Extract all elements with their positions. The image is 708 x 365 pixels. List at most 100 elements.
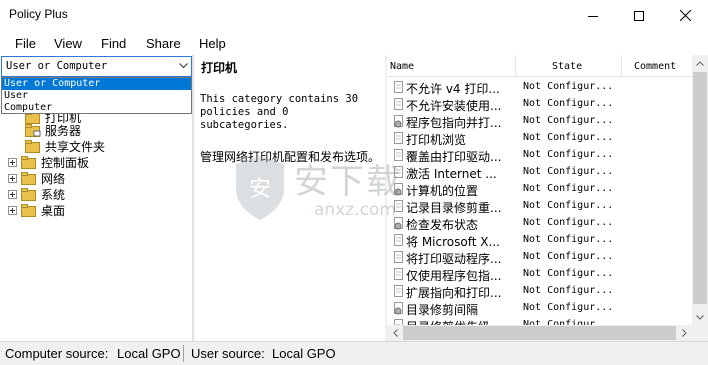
vertical-scrollbar[interactable] <box>692 55 708 341</box>
column-header-comment[interactable]: Comment <box>634 61 676 72</box>
dropdown-option-computer[interactable]: Computer <box>2 102 191 114</box>
tree-item-control-panel[interactable]: 控制面板 <box>8 154 89 170</box>
dropdown-option-user[interactable]: User <box>2 90 191 102</box>
table-row[interactable]: 扩展指向和打印... Not Configur... <box>387 283 692 300</box>
policy-document-icon <box>393 149 405 162</box>
policy-document-icon <box>393 234 405 247</box>
policy-document-icon <box>393 251 405 264</box>
maximize-button[interactable] <box>616 0 662 31</box>
column-divider[interactable] <box>621 55 622 77</box>
policy-state: Not Configur... <box>523 302 614 313</box>
policy-state: Not Configur... <box>523 183 614 194</box>
menu-bar: File View Find Share Help <box>0 31 708 55</box>
table-row[interactable]: 仅使用程序包指... Not Configur... <box>387 266 692 283</box>
table-row[interactable]: 检查发布状态 Not Configur... <box>387 215 692 232</box>
scroll-thumb[interactable] <box>693 72 707 304</box>
table-row[interactable]: 计算机的位置 Not Configur... <box>387 181 692 198</box>
policy-state: Not Configur... <box>523 132 614 143</box>
policy-state: Not Configur... <box>523 98 614 109</box>
close-icon <box>679 10 691 21</box>
scope-combobox[interactable]: User or Computer <box>1 56 192 77</box>
policy-name: 目录修剪间隔 <box>406 303 479 317</box>
minimize-button[interactable] <box>570 0 616 31</box>
tree-item-network[interactable]: 网络 <box>8 170 65 186</box>
policy-name: 仅使用程序包指... <box>406 269 502 283</box>
policy-gear-icon <box>393 183 405 196</box>
policy-state: Not Configur... <box>523 81 614 92</box>
category-info-panel: 打印机 This category contains 30 policies a… <box>195 55 385 341</box>
column-divider[interactable] <box>515 55 516 77</box>
policy-name: 程序包指向并打... <box>406 116 502 130</box>
table-row[interactable]: 目录修剪间隔 Not Configur... <box>387 300 692 317</box>
dropdown-option-user-or-computer[interactable]: User or Computer <box>2 78 191 90</box>
tree-item-servers[interactable]: 服务器 <box>25 122 81 138</box>
policy-name: 记录目录修剪重... <box>406 201 502 215</box>
policy-name: 打印机浏览 <box>406 133 467 147</box>
policy-state: Not Configur... <box>523 166 614 177</box>
expand-icon[interactable] <box>8 189 17 199</box>
policy-name: 覆盖由打印驱动... <box>406 150 502 164</box>
policy-state: Not Configur... <box>523 149 614 160</box>
computer-source-label: Computer source: <box>5 346 109 361</box>
category-summary: This category contains 30 policies and 0… <box>200 93 359 131</box>
table-row[interactable]: 将打印驱动程序... Not Configur... <box>387 249 692 266</box>
maximize-icon <box>634 10 644 21</box>
tree-item-label: 网络 <box>41 171 66 186</box>
policy-state: Not Configur... <box>523 217 614 228</box>
scope-combobox-value: User or Computer <box>6 60 108 72</box>
menu-view[interactable]: View <box>54 36 82 51</box>
computer-source-value: Local GPO <box>117 346 181 361</box>
window-title: Policy Plus <box>9 7 68 21</box>
table-row[interactable]: 不允许安装使用... Not Configur... <box>387 96 692 113</box>
tree-item-system[interactable]: 系统 <box>8 186 65 202</box>
tree-item-label: 共享文件夹 <box>45 139 106 154</box>
scope-dropdown-list: User or Computer User Computer <box>1 77 192 114</box>
policy-name: 检查发布状态 <box>406 218 479 232</box>
scroll-up-arrow-icon[interactable] <box>692 55 708 71</box>
menu-share[interactable]: Share <box>146 36 181 51</box>
chevron-down-icon <box>179 63 188 69</box>
policy-document-icon <box>393 268 405 281</box>
folder-icon <box>25 123 41 137</box>
left-panel: User or Computer User or Computer User C… <box>0 55 193 341</box>
horizontal-scrollbar[interactable] <box>387 325 692 341</box>
table-row[interactable]: 记录目录修剪重... Not Configur... <box>387 198 692 215</box>
policy-document-icon <box>393 166 405 179</box>
category-title: 打印机 <box>201 61 238 75</box>
menu-find[interactable]: Find <box>101 36 126 51</box>
policy-name: 不允许 v4 打印... <box>406 82 500 96</box>
policy-state: Not Configur... <box>523 268 614 279</box>
scroll-left-arrow-icon[interactable] <box>387 325 403 341</box>
category-description: 管理网络打印机配置和发布选项。 <box>200 150 381 164</box>
expand-icon[interactable] <box>8 173 17 183</box>
scroll-thumb[interactable] <box>403 326 676 340</box>
policy-gear-icon <box>393 115 405 128</box>
policy-name: 激活 Internet ... <box>406 167 497 181</box>
table-row[interactable]: 程序包指向并打... Not Configur... <box>387 113 692 130</box>
folder-icon <box>25 139 41 153</box>
close-button[interactable] <box>662 0 708 31</box>
column-header-name[interactable]: Name <box>390 61 414 72</box>
table-row[interactable]: 覆盖由打印驱动... Not Configur... <box>387 147 692 164</box>
folder-icon <box>21 203 37 217</box>
policy-name: 计算机的位置 <box>406 184 479 198</box>
scroll-down-arrow-icon[interactable] <box>692 309 708 325</box>
tree-item-desktop[interactable]: 桌面 <box>8 202 65 218</box>
expand-icon[interactable] <box>8 205 17 215</box>
tree-item-label: 服务器 <box>45 123 82 138</box>
tree-item-shared-folders[interactable]: 共享文件夹 <box>25 138 105 154</box>
table-row[interactable]: 将 Microsoft X... Not Configur... <box>387 232 692 249</box>
expand-icon[interactable] <box>8 157 17 167</box>
table-row[interactable]: 打印机浏览 Not Configur... <box>387 130 692 147</box>
menu-file[interactable]: File <box>15 36 36 51</box>
user-source-value: Local GPO <box>272 346 336 361</box>
scroll-right-arrow-icon[interactable] <box>676 325 692 341</box>
table-row[interactable]: 不允许 v4 打印... Not Configur... <box>387 79 692 96</box>
policy-state: Not Configur... <box>523 234 614 245</box>
column-header-state[interactable]: State <box>552 61 582 72</box>
policy-state: Not Configur... <box>523 251 614 262</box>
status-divider <box>183 345 184 362</box>
folder-icon <box>21 155 37 169</box>
menu-help[interactable]: Help <box>199 36 226 51</box>
table-row[interactable]: 激活 Internet ... Not Configur... <box>387 164 692 181</box>
